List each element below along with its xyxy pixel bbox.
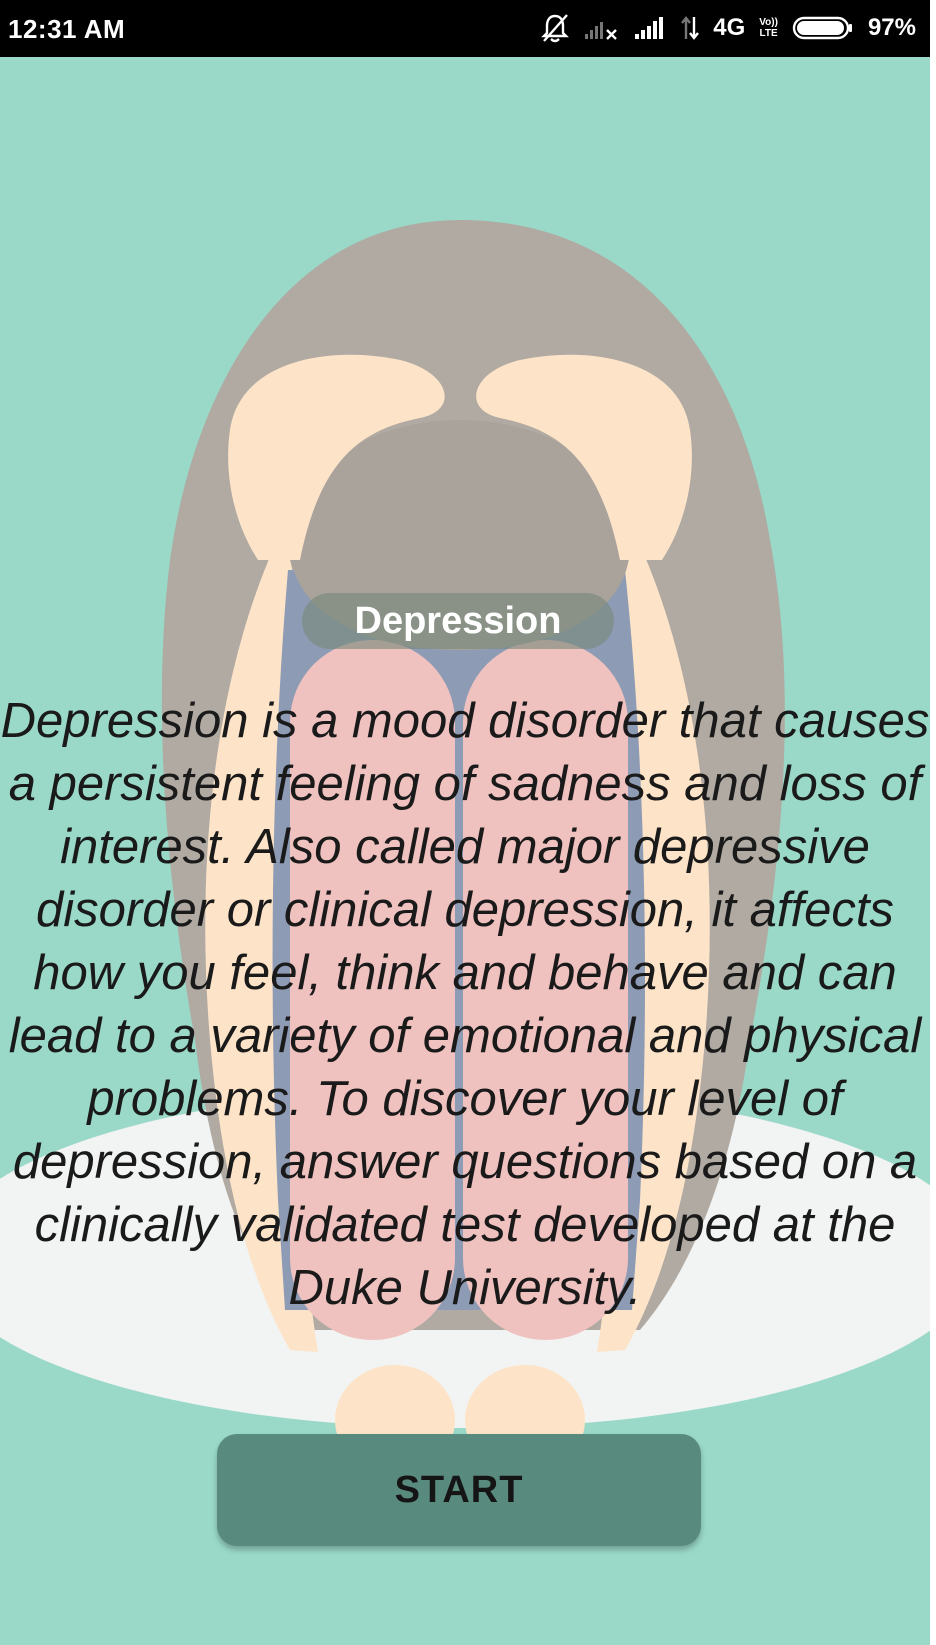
battery-percent: 97% <box>867 14 916 41</box>
app-screen: 12:31 AM 4G Vo)) LTE 97% Depression Depr… <box>0 0 930 1645</box>
volte-icon: Vo)) LTE <box>759 17 778 39</box>
data-arrows-icon <box>681 15 700 41</box>
battery-icon <box>792 15 854 41</box>
lte-label: LTE <box>759 28 778 39</box>
status-time: 12:31 AM <box>8 14 126 44</box>
signal-x-icon <box>583 16 619 40</box>
alarm-off-icon <box>541 13 570 43</box>
description-text: Depression is a mood disorder that cause… <box>0 694 930 1315</box>
page-title: Depression <box>302 593 614 649</box>
network-type: 4G <box>713 14 746 41</box>
status-icons: 4G Vo)) LTE 97% <box>541 10 916 46</box>
volte-label: Vo)) <box>759 17 778 28</box>
status-bar: 12:31 AM 4G Vo)) LTE 97% <box>0 0 930 57</box>
signal-icon <box>633 16 667 40</box>
start-button[interactable]: START <box>217 1434 701 1546</box>
